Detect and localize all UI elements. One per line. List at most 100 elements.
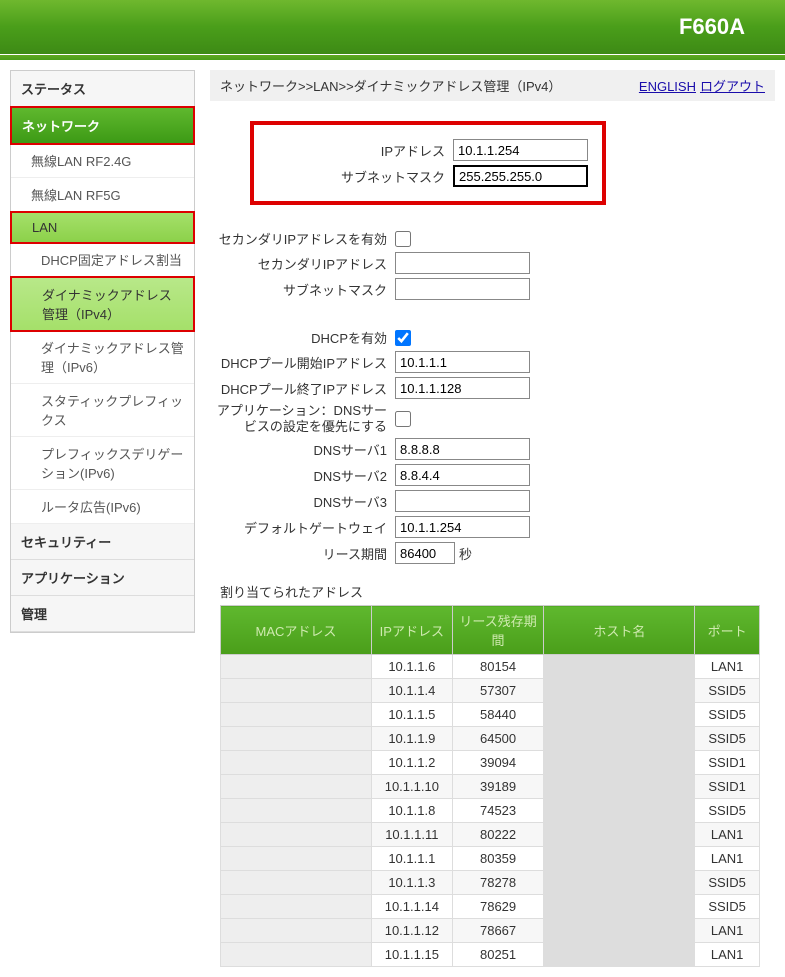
table-row: 10.1.1.1478629SSID5 bbox=[221, 895, 760, 919]
th-ip: IPアドレス bbox=[371, 606, 452, 655]
sidebar-item-application[interactable]: アプリケーション bbox=[11, 560, 194, 596]
pool-end-label: DHCPプール終了IPアドレス bbox=[210, 379, 395, 398]
cell-ip: 10.1.1.11 bbox=[371, 823, 452, 847]
th-port: ポート bbox=[695, 606, 760, 655]
cell-host bbox=[544, 919, 695, 943]
cell-mac bbox=[221, 679, 372, 703]
cell-port: LAN1 bbox=[695, 943, 760, 967]
th-host: ホスト名 bbox=[544, 606, 695, 655]
cell-lease: 78629 bbox=[452, 895, 544, 919]
cell-lease: 78278 bbox=[452, 871, 544, 895]
alloc-title: 割り当てられたアドレス bbox=[220, 582, 775, 601]
table-row: 10.1.1.680154LAN1 bbox=[221, 655, 760, 679]
cell-port: LAN1 bbox=[695, 847, 760, 871]
cell-ip: 10.1.1.9 bbox=[371, 727, 452, 751]
cell-mac bbox=[221, 799, 372, 823]
pool-start-label: DHCPプール開始IPアドレス bbox=[210, 353, 395, 372]
cell-mac bbox=[221, 655, 372, 679]
mask-input[interactable] bbox=[453, 165, 588, 187]
sidebar-item-dyn-ipv6[interactable]: ダイナミックアドレス管理（IPv6） bbox=[11, 331, 194, 384]
cell-ip: 10.1.1.15 bbox=[371, 943, 452, 967]
cell-ip: 10.1.1.14 bbox=[371, 895, 452, 919]
cell-host bbox=[544, 775, 695, 799]
sec-enable-checkbox[interactable] bbox=[395, 231, 411, 247]
th-mac: MACアドレス bbox=[221, 606, 372, 655]
sidebar-item-network[interactable]: ネットワーク bbox=[10, 106, 195, 145]
lease-input[interactable] bbox=[395, 542, 455, 564]
cell-mac bbox=[221, 919, 372, 943]
sidebar-item-status[interactable]: ステータス bbox=[11, 71, 194, 107]
table-row: 10.1.1.874523SSID5 bbox=[221, 799, 760, 823]
cell-host bbox=[544, 871, 695, 895]
dns2-input[interactable] bbox=[395, 464, 530, 486]
cell-host bbox=[544, 655, 695, 679]
cell-lease: 80359 bbox=[452, 847, 544, 871]
cell-mac bbox=[221, 895, 372, 919]
table-row: 10.1.1.558440SSID5 bbox=[221, 703, 760, 727]
cell-mac bbox=[221, 847, 372, 871]
cell-port: SSID1 bbox=[695, 751, 760, 775]
cell-mac bbox=[221, 823, 372, 847]
sidebar-item-dyn-ipv4[interactable]: ダイナミックアドレス管理（IPv4） bbox=[10, 276, 195, 332]
sidebar-item-ra[interactable]: ルータ広告(IPv6) bbox=[11, 490, 194, 524]
dns1-input[interactable] bbox=[395, 438, 530, 460]
content: ネットワーク>>LAN>>ダイナミックアドレス管理（IPv4） ENGLISH ロ… bbox=[210, 70, 775, 967]
table-row: 10.1.1.1180222 LAN1 bbox=[221, 823, 760, 847]
logout-link[interactable]: ログアウト bbox=[700, 79, 765, 94]
sidebar-item-wlan24[interactable]: 無線LAN RF2.4G bbox=[11, 144, 194, 178]
sidebar-item-lan[interactable]: LAN bbox=[10, 211, 195, 244]
cell-lease: 57307 bbox=[452, 679, 544, 703]
cell-port: SSID5 bbox=[695, 703, 760, 727]
breadcrumb: ネットワーク>>LAN>>ダイナミックアドレス管理（IPv4） ENGLISH ロ… bbox=[210, 70, 775, 101]
cell-ip: 10.1.1.8 bbox=[371, 799, 452, 823]
cell-port: SSID5 bbox=[695, 679, 760, 703]
cell-ip: 10.1.1.12 bbox=[371, 919, 452, 943]
lease-unit: 秒 bbox=[459, 544, 472, 563]
english-link[interactable]: ENGLISH bbox=[639, 79, 696, 94]
pool-start-input[interactable] bbox=[395, 351, 530, 373]
cell-host bbox=[544, 847, 695, 871]
cell-lease: 64500 bbox=[452, 727, 544, 751]
sec-mask-label: サブネットマスク bbox=[210, 280, 395, 299]
cell-lease: 78667 bbox=[452, 919, 544, 943]
cell-port: SSID5 bbox=[695, 871, 760, 895]
dhcp-enable-checkbox[interactable] bbox=[395, 330, 411, 346]
cell-mac bbox=[221, 703, 372, 727]
cell-port: LAN1 bbox=[695, 919, 760, 943]
cell-host bbox=[544, 799, 695, 823]
sec-ip-label: セカンダリIPアドレス bbox=[210, 254, 395, 273]
cell-port: SSID5 bbox=[695, 799, 760, 823]
cell-mac bbox=[221, 727, 372, 751]
sec-ip-input[interactable] bbox=[395, 252, 530, 274]
dns3-label: DNSサーバ3 bbox=[210, 492, 395, 511]
cell-host bbox=[544, 679, 695, 703]
sidebar: ステータス ネットワーク 無線LAN RF2.4G 無線LAN RF5G LAN… bbox=[10, 70, 195, 633]
cell-mac bbox=[221, 943, 372, 967]
cell-host bbox=[544, 703, 695, 727]
cell-port: SSID5 bbox=[695, 727, 760, 751]
ip-input[interactable] bbox=[453, 139, 588, 161]
sidebar-item-static-prefix[interactable]: スタティックプレフィックス bbox=[11, 384, 194, 437]
table-row: 10.1.1.180359LAN1 bbox=[221, 847, 760, 871]
cell-ip: 10.1.1.10 bbox=[371, 775, 452, 799]
sidebar-item-admin[interactable]: 管理 bbox=[11, 596, 194, 632]
cell-host bbox=[544, 943, 695, 967]
sec-mask-input[interactable] bbox=[395, 278, 530, 300]
sidebar-item-wlan5[interactable]: 無線LAN RF5G bbox=[11, 178, 194, 212]
cell-lease: 80222 bbox=[452, 823, 544, 847]
cell-host bbox=[544, 823, 695, 847]
sidebar-item-prefix-deleg[interactable]: プレフィックスデリゲーション(IPv6) bbox=[11, 437, 194, 490]
table-row: 10.1.1.1278667 LAN1 bbox=[221, 919, 760, 943]
sidebar-item-dhcp-fixed[interactable]: DHCP固定アドレス割当 bbox=[11, 243, 194, 277]
dns3-input[interactable] bbox=[395, 490, 530, 512]
cell-lease: 39189 bbox=[452, 775, 544, 799]
table-row: 10.1.1.1580251LAN1 bbox=[221, 943, 760, 967]
gw-input[interactable] bbox=[395, 516, 530, 538]
cell-port: LAN1 bbox=[695, 823, 760, 847]
app-dns-checkbox[interactable] bbox=[395, 411, 411, 427]
cell-ip: 10.1.1.6 bbox=[371, 655, 452, 679]
breadcrumb-text: ネットワーク>>LAN>>ダイナミックアドレス管理（IPv4） bbox=[220, 76, 561, 95]
sidebar-item-security[interactable]: セキュリティー bbox=[11, 524, 194, 560]
table-row: 10.1.1.457307SSID5 bbox=[221, 679, 760, 703]
pool-end-input[interactable] bbox=[395, 377, 530, 399]
